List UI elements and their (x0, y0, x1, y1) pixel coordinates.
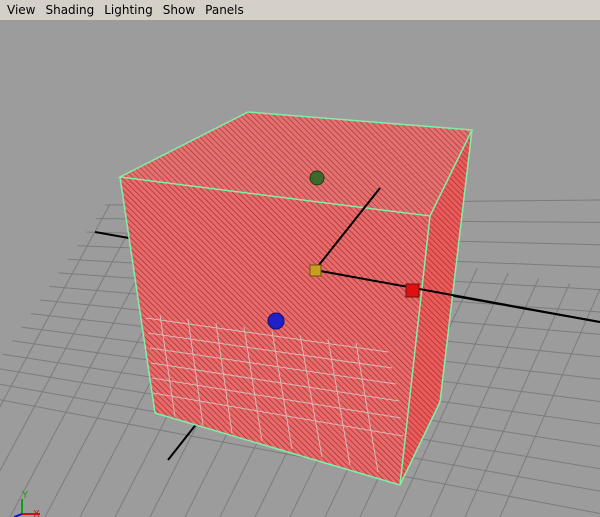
grid-line (0, 209, 142, 472)
cube-front-face[interactable] (120, 177, 430, 485)
menu-view[interactable]: View (2, 0, 40, 20)
view-axis-indicator: Y X (13, 490, 40, 517)
menu-lighting[interactable]: Lighting (99, 0, 158, 20)
x-axis-handle[interactable] (405, 283, 420, 298)
selected-cube[interactable] (117, 111, 474, 486)
menu-panels[interactable]: Panels (200, 0, 249, 20)
menu-shading[interactable]: Shading (40, 0, 99, 20)
z-axis-handle[interactable] (267, 312, 285, 330)
grid-line (464, 283, 570, 517)
perspective-viewport[interactable]: Y X (0, 21, 600, 517)
y-axis-label: Y (21, 490, 29, 501)
menu-show[interactable]: Show (158, 0, 200, 20)
grid-line (499, 288, 600, 517)
y-axis-handle[interactable] (309, 170, 325, 186)
panel-menubar: View Shading Lighting Show Panels (0, 0, 600, 21)
center-handle[interactable] (309, 264, 322, 277)
x-axis-label: X (33, 509, 40, 517)
